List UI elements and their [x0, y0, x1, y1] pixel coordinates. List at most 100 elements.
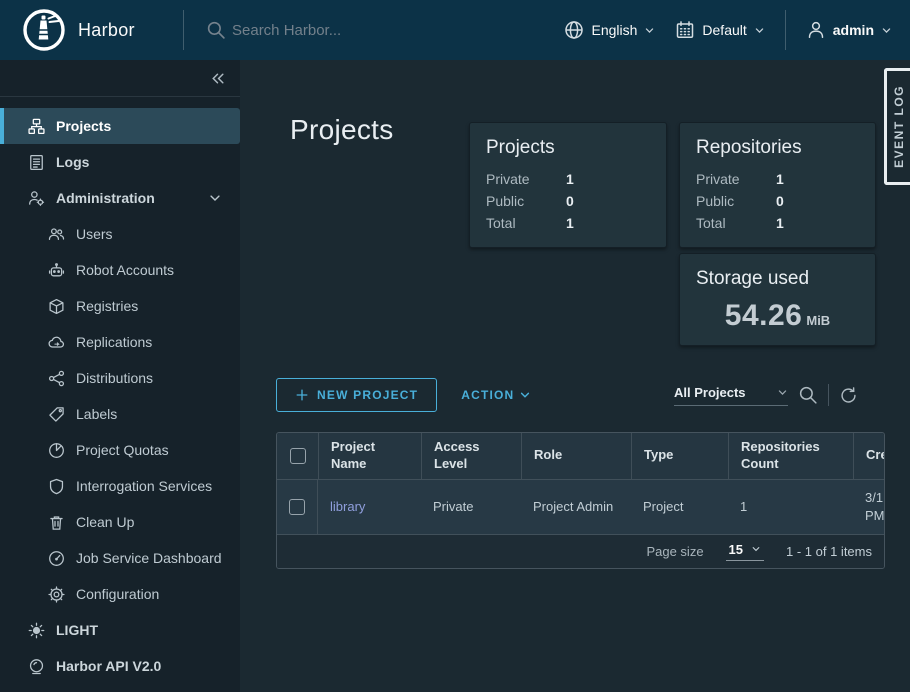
app-title: Harbor	[78, 20, 135, 41]
app-header: Harbor English	[0, 0, 910, 60]
header-divider	[183, 10, 184, 50]
sidebar-item-configuration[interactable]: Configuration	[0, 576, 240, 612]
sidebar-item-label: Project Quotas	[76, 442, 169, 458]
cloud-icon	[48, 334, 65, 351]
items-range: 1 - 1 of 1 items	[786, 544, 872, 559]
collapse-sidebar-button[interactable]	[209, 70, 226, 87]
project-filter-select[interactable]: All Projects	[674, 385, 788, 406]
refresh-icon	[839, 386, 858, 405]
chevron-down-icon	[644, 25, 655, 36]
sidebar-item-label: Registries	[76, 298, 138, 314]
harbor-logo[interactable]: Harbor	[0, 8, 183, 52]
page-title: Projects	[290, 114, 394, 146]
chevron-down-icon	[754, 25, 765, 36]
column-header-type[interactable]: Type	[631, 433, 728, 480]
card-title: Projects	[486, 137, 650, 159]
row-checkbox-cell	[277, 480, 318, 534]
cell-access-level: Private	[421, 480, 521, 534]
trash-icon	[48, 514, 65, 531]
projects-table: Project Name Access Level Role Type Repo…	[276, 432, 885, 569]
action-dropdown-button[interactable]: ACTION	[461, 388, 531, 402]
repositories-summary-card: Repositories Private 1 Public 0 Total 1	[679, 122, 876, 248]
double-chevron-left-icon	[209, 70, 226, 87]
cube-icon	[48, 298, 65, 315]
sidebar-item-registries[interactable]: Registries	[0, 288, 240, 324]
column-header-access-level[interactable]: Access Level	[421, 433, 521, 480]
stat-row: Public 0	[470, 190, 666, 212]
sidebar-item-label: Administration	[56, 190, 155, 206]
quota-pie-icon	[48, 442, 65, 459]
chevron-down-icon	[881, 25, 892, 36]
gauge-icon	[48, 550, 65, 567]
column-header-role[interactable]: Role	[521, 433, 631, 480]
sidebar-item-label: Job Service Dashboard	[76, 550, 222, 566]
language-menu[interactable]: English	[564, 20, 655, 40]
theme-menu[interactable]: Default	[675, 20, 764, 40]
search-filter-button[interactable]	[798, 385, 818, 405]
sidebar-item-project-quotas[interactable]: Project Quotas	[0, 432, 240, 468]
header-divider	[785, 10, 786, 50]
main-content: Projects Projects Private 1 Public 0 Tot…	[240, 60, 910, 692]
lighthouse-logo-icon	[22, 8, 66, 52]
sidebar-item-label: Clean Up	[76, 514, 134, 530]
sidebar-item-label: Projects	[56, 118, 111, 134]
sidebar-item-labels[interactable]: Labels	[0, 396, 240, 432]
logs-list-icon	[28, 154, 45, 171]
plus-icon	[295, 388, 309, 402]
cell-role: Project Admin	[521, 480, 631, 534]
search-icon	[798, 385, 818, 405]
toolbar-divider	[828, 384, 829, 406]
user-menu[interactable]: admin	[806, 20, 892, 40]
sidebar-item-job-service-dashboard[interactable]: Job Service Dashboard	[0, 540, 240, 576]
storage-summary-card: Storage used 54.26MiB	[679, 253, 876, 346]
share-icon	[48, 370, 65, 387]
page-size-label: Page size	[646, 544, 703, 559]
sidebar-item-label: Harbor API V2.0	[56, 658, 161, 674]
select-all-checkbox[interactable]	[290, 448, 306, 464]
event-log-tab[interactable]: EVENT LOG	[884, 68, 910, 185]
sidebar-item-clean-up[interactable]: Clean Up	[0, 504, 240, 540]
refresh-button[interactable]	[839, 386, 858, 405]
cell-repositories-count: 1	[728, 480, 853, 534]
robot-icon	[48, 262, 65, 279]
chevron-down-icon	[208, 191, 222, 205]
sidebar-item-theme-light[interactable]: LIGHT	[0, 612, 240, 648]
column-header-project-name[interactable]: Project Name	[318, 433, 421, 480]
sidebar-item-administration[interactable]: Administration	[0, 180, 240, 216]
event-log-label: EVENT LOG	[892, 85, 906, 168]
cell-creation-time: 3/1 PM	[853, 480, 884, 534]
select-all-header-cell	[277, 433, 318, 480]
sidebar-item-replications[interactable]: Replications	[0, 324, 240, 360]
sidebar-item-robot-accounts[interactable]: Robot Accounts	[0, 252, 240, 288]
username-label: admin	[833, 22, 874, 38]
sidebar-item-label: Logs	[56, 154, 89, 170]
users-group-icon	[48, 226, 65, 243]
page-size-select[interactable]: 15	[726, 542, 764, 561]
user-icon	[806, 20, 826, 40]
card-title: Storage used	[696, 268, 859, 290]
storage-value: 54.26MiB	[680, 299, 875, 345]
api-docs-icon	[28, 658, 45, 675]
row-checkbox[interactable]	[289, 499, 305, 515]
sidebar-item-label: Robot Accounts	[76, 262, 174, 278]
sidebar-item-projects[interactable]: Projects	[0, 108, 240, 144]
column-header-creation-time[interactable]: Cre	[853, 433, 884, 480]
chevron-down-icon	[777, 387, 788, 398]
sidebar-item-distributions[interactable]: Distributions	[0, 360, 240, 396]
global-search	[206, 20, 512, 40]
sidebar-item-label: Configuration	[76, 586, 159, 602]
search-input[interactable]	[232, 22, 512, 39]
sidebar-item-label: Replications	[76, 334, 152, 350]
column-header-repositories-count[interactable]: Repositories Count	[728, 433, 853, 480]
stat-row: Total 1	[680, 212, 875, 234]
sidebar-item-interrogation-services[interactable]: Interrogation Services	[0, 468, 240, 504]
sidebar-item-label: LIGHT	[56, 622, 98, 638]
new-project-button[interactable]: NEW PROJECT	[276, 378, 437, 412]
sidebar-item-label: Interrogation Services	[76, 478, 212, 494]
sidebar-item-logs[interactable]: Logs	[0, 144, 240, 180]
stat-row: Private 1	[680, 168, 875, 190]
project-link[interactable]: library	[330, 498, 365, 516]
sidebar-item-users[interactable]: Users	[0, 216, 240, 252]
sidebar-item-harbor-api[interactable]: Harbor API V2.0	[0, 648, 240, 684]
sidebar-item-label: Users	[76, 226, 113, 242]
